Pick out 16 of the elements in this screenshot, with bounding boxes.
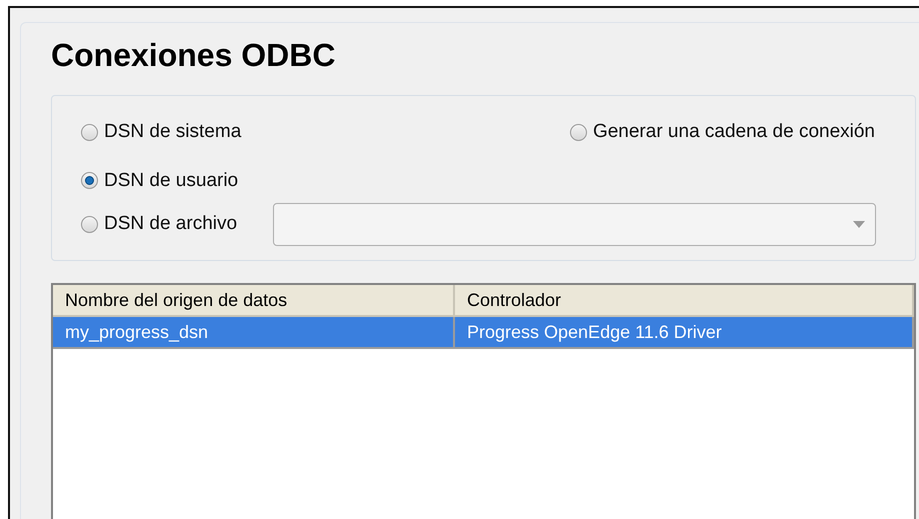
radio-button[interactable] [81,216,98,233]
file-dsn-dropdown[interactable] [273,203,876,246]
table-cell: my_progress_dsn [53,317,455,349]
radio-option[interactable]: DSN de archivo [81,210,238,239]
dropdown-caret-icon [853,221,866,228]
column-header[interactable]: Controlador [455,285,914,317]
page-title: Conexiones ODBC [51,39,336,71]
radio-button[interactable] [570,124,587,141]
radio-button[interactable] [81,124,98,141]
column-header[interactable]: Nombre del origen de datos [53,285,455,317]
radio-button[interactable] [81,172,98,190]
radio-option[interactable]: DSN de usuario [81,166,893,195]
radio-option[interactable]: Generar una cadena de conexión [570,118,875,146]
radio-option[interactable]: DSN de sistema [81,118,242,146]
table-cell: Progress OpenEdge 11.6 Driver [455,317,914,349]
table-row[interactable]: my_progress_dsn Progress OpenEdge 11.6 Driver [53,317,914,349]
